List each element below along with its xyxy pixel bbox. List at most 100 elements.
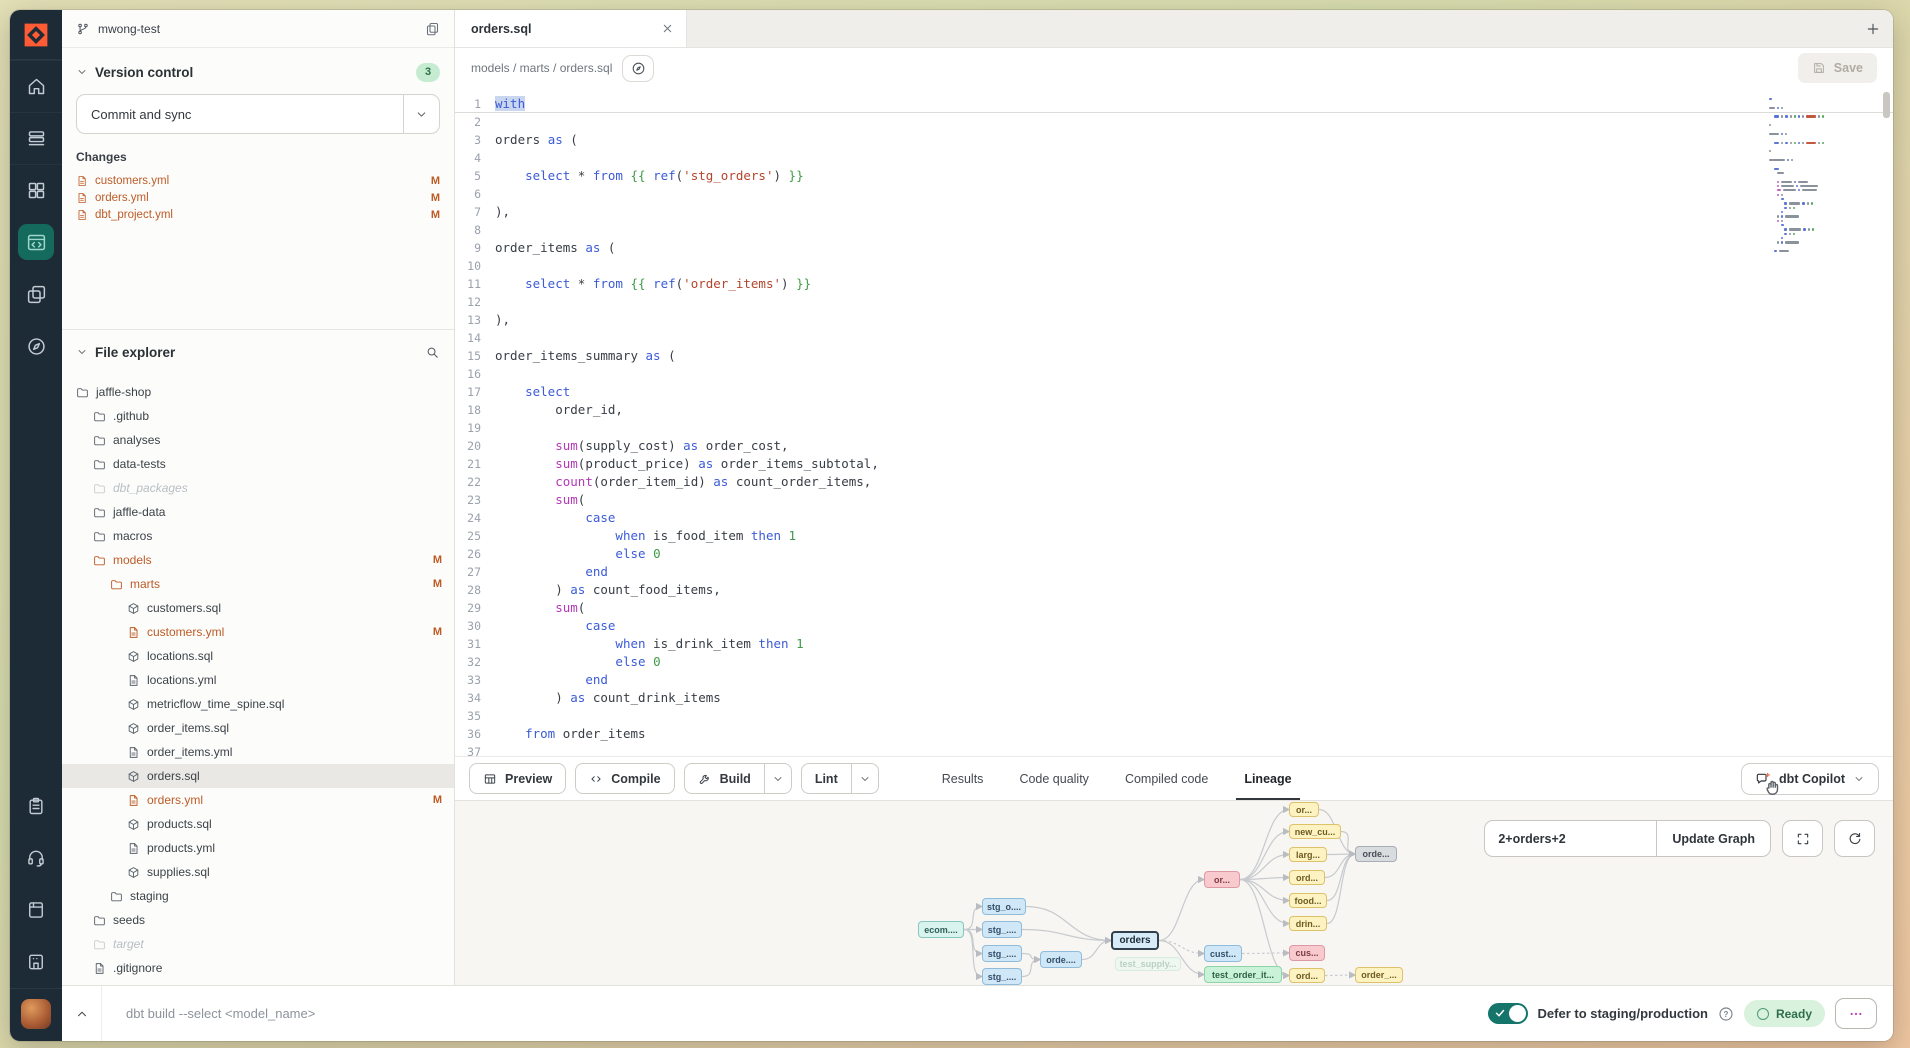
code-line-3[interactable]: 3orders as ( [455,131,1893,149]
code-line-23[interactable]: 23 sum( [455,491,1893,509]
rail-button-building[interactable] [10,936,62,988]
code-line-13[interactable]: 13), [455,311,1893,329]
tab-compiled-code[interactable]: Compiled code [1125,757,1208,800]
tree-item-products.sql[interactable]: products.sql [62,812,454,836]
tree-item-customers.sql[interactable]: customers.sql [62,596,454,620]
lineage-selector-input[interactable]: 2+orders+2 [1485,821,1657,856]
lineage-node-stg3[interactable]: stg_.... [982,945,1022,962]
code-line-27[interactable]: 27 end [455,563,1893,581]
code-line-32[interactable]: 32 else 0 [455,653,1893,671]
lineage-node-gray1[interactable]: orde... [1355,846,1397,862]
commit-options-chevron[interactable] [403,95,439,133]
code-line-34[interactable]: 34 ) as count_drink_items [455,689,1893,707]
code-line-7[interactable]: 7), [455,203,1893,221]
rail-button-compass[interactable] [10,320,62,372]
rail-button-stack[interactable] [10,112,62,164]
tree-item-dbt_packages[interactable]: dbt_packages [62,476,454,500]
lineage-node-ecom[interactable]: ecom.... [918,921,964,938]
close-icon[interactable] [661,22,674,35]
tree-item-products.yml[interactable]: products.yml [62,836,454,860]
refresh-button[interactable] [1834,820,1875,857]
new-tab-button[interactable] [1853,10,1893,47]
code-line-37[interactable]: 37 [455,743,1893,756]
editor-scrollbar[interactable] [1883,92,1890,118]
chevron-down-icon[interactable] [76,66,88,78]
lineage-node-y6[interactable]: drin... [1289,916,1327,931]
rail-button-headset[interactable] [10,832,62,884]
tree-item-order_items.sql[interactable]: order_items.sql [62,716,454,740]
tree-item-staging[interactable]: staging [62,884,454,908]
code-line-21[interactable]: 21 sum(product_price) as order_items_sub… [455,455,1893,473]
save-button[interactable]: Save [1798,53,1877,83]
rail-button-home[interactable] [10,60,62,112]
minimap[interactable] [1769,97,1835,258]
code-line-33[interactable]: 33 end [455,671,1893,689]
code-line-29[interactable]: 29 sum( [455,599,1893,617]
lineage-node-stg4[interactable]: stg_.... [982,968,1022,985]
code-line-12[interactable]: 12 [455,293,1893,311]
lineage-node-ordeb[interactable]: orde.... [1040,951,1082,968]
code-line-17[interactable]: 17 select [455,383,1893,401]
open-in-explore-button[interactable] [622,55,654,82]
code-line-25[interactable]: 25 when is_food_item then 1 [455,527,1893,545]
code-line-24[interactable]: 24 case [455,509,1893,527]
code-line-11[interactable]: 11 select * from {{ ref('order_items') }… [455,275,1893,293]
tree-item-orders.yml[interactable]: orders.ymlM [62,788,454,812]
tree-item-order_items.yml[interactable]: order_items.yml [62,740,454,764]
code-line-9[interactable]: 9order_items as ( [455,239,1893,257]
lineage-node-y3[interactable]: larg... [1289,847,1327,862]
rail-button-notebook[interactable] [10,884,62,936]
user-avatar[interactable] [21,999,51,1029]
tree-item-analyses[interactable]: analyses [62,428,454,452]
rail-button-clipboard[interactable] [10,780,62,832]
code-line-15[interactable]: 15order_items_summary as ( [455,347,1893,365]
code-line-30[interactable]: 30 case [455,617,1893,635]
code-line-2[interactable]: 2 [455,113,1893,131]
code-line-31[interactable]: 31 when is_drink_item then 1 [455,635,1893,653]
code-line-35[interactable]: 35 [455,707,1893,725]
tree-item-.gitignore[interactable]: .gitignore [62,956,454,980]
tree-item-marts[interactable]: martsM [62,572,454,596]
tree-item-supplies.sql[interactable]: supplies.sql [62,860,454,884]
tree-item-target[interactable]: target [62,932,454,956]
rail-button-editor[interactable] [10,216,62,268]
lineage-node-cus2[interactable]: cus... [1289,945,1325,961]
code-line-14[interactable]: 14 [455,329,1893,347]
lineage-node-y4[interactable]: ord... [1289,870,1325,885]
code-line-16[interactable]: 16 [455,365,1893,383]
dbt-copilot-button[interactable]: dbt Copilot [1741,763,1879,795]
tree-item-jaffle-shop[interactable]: jaffle-shop [62,380,454,404]
lineage-node-y2[interactable]: new_cu... [1289,824,1341,839]
code-line-4[interactable]: 4 [455,149,1893,167]
help-icon[interactable]: ? [1718,1006,1734,1022]
tree-item-macros[interactable]: macros [62,524,454,548]
tree-item-.github[interactable]: .github [62,404,454,428]
changed-file-orders.yml[interactable]: orders.ymlM [76,189,440,206]
code-line-8[interactable]: 8 [455,221,1893,239]
code-line-1[interactable]: 1with [455,95,1893,113]
lineage-node-y1[interactable]: or... [1289,802,1319,817]
rail-button-grid[interactable] [10,164,62,216]
fullscreen-button[interactable] [1782,820,1823,857]
lineage-node-stg2[interactable]: stg_.... [982,921,1022,938]
code-line-20[interactable]: 20 sum(supply_cost) as order_cost, [455,437,1893,455]
changed-file-dbt_project.yml[interactable]: dbt_project.ymlM [76,206,440,223]
lineage-node-stg1[interactable]: stg_o.... [982,898,1026,915]
command-input[interactable]: dbt build --select <model_name> [126,1006,1488,1021]
lineage-node-y7[interactable]: ord... [1289,968,1325,983]
code-line-18[interactable]: 18 order_id, [455,401,1893,419]
dbt-logo[interactable] [10,10,62,60]
code-line-28[interactable]: 28 ) as count_food_items, [455,581,1893,599]
commit-and-sync-button[interactable]: Commit and sync [76,94,440,134]
copy-icon[interactable] [425,21,440,36]
lineage-node-tsup[interactable]: test_supply... [1115,957,1181,971]
build-button[interactable]: Build [684,763,792,794]
code-line-19[interactable]: 19 [455,419,1893,437]
code-line-10[interactable]: 10 [455,257,1893,275]
tree-item-jaffle-data[interactable]: jaffle-data [62,500,454,524]
expand-command-bar-button[interactable] [62,986,102,1041]
tab-code-quality[interactable]: Code quality [1019,757,1089,800]
code-line-6[interactable]: 6 [455,185,1893,203]
tree-item-seeds[interactable]: seeds [62,908,454,932]
tree-item-data-tests[interactable]: data-tests [62,452,454,476]
